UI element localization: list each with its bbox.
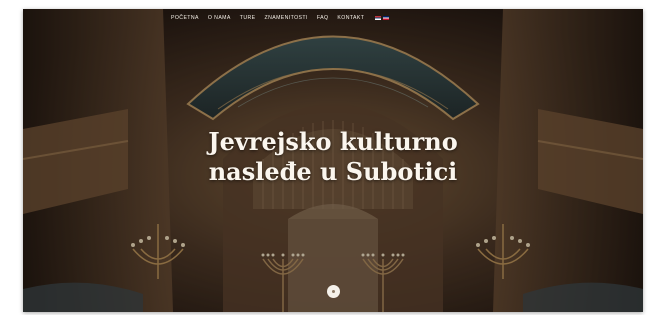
scroll-down-icon xyxy=(332,290,335,293)
en-flag-icon[interactable] xyxy=(383,16,390,20)
hero-section: POČETNA O NAMA TURE ZNAMENITOSTI FAQ KON… xyxy=(23,9,643,312)
nav-item-ture[interactable]: TURE xyxy=(240,15,256,21)
nav-item-znamenitosti[interactable]: ZNAMENITOSTI xyxy=(265,15,308,21)
hero-title-line-2: nasleđe u Subotici xyxy=(208,157,458,186)
hero-title-line-1: Jevrejsko kulturno xyxy=(208,127,458,156)
scroll-down-button[interactable] xyxy=(327,285,340,298)
nav-item-faq[interactable]: FAQ xyxy=(317,15,329,21)
rs-flag-icon[interactable] xyxy=(375,16,382,20)
nav-item-pocetna[interactable]: POČETNA xyxy=(171,15,199,21)
hero-title: Jevrejsko kulturno nasleđe u Subotici xyxy=(23,127,643,187)
nav-item-kontakt[interactable]: KONTAKT xyxy=(337,15,364,21)
language-switcher xyxy=(373,16,390,20)
nav-item-o-nama[interactable]: O NAMA xyxy=(208,15,231,21)
main-navigation: POČETNA O NAMA TURE ZNAMENITOSTI FAQ KON… xyxy=(171,15,390,21)
